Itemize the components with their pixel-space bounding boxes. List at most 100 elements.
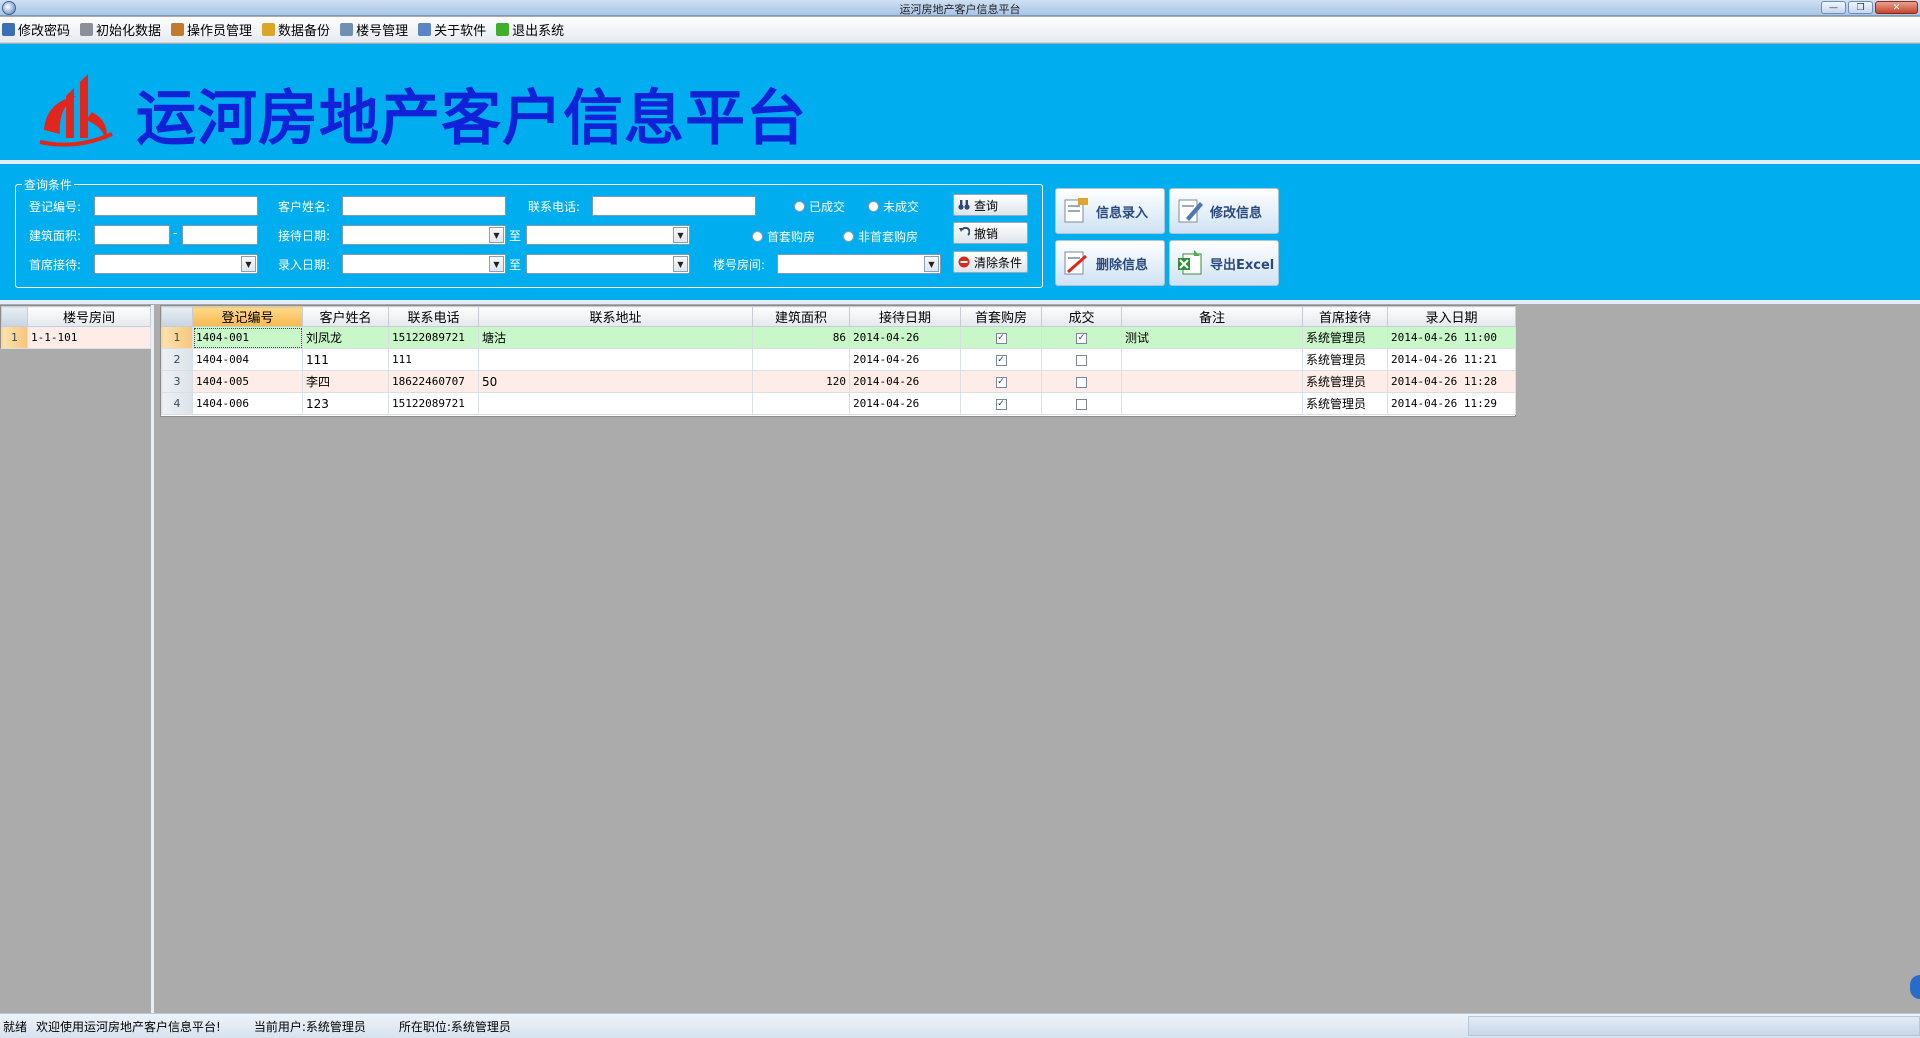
cell-address[interactable]: 塘沽 (478, 326, 753, 349)
cell-area[interactable]: 86 (752, 326, 850, 349)
column-header[interactable]: 建筑面积 (752, 306, 850, 327)
reg-no-input[interactable] (94, 196, 258, 216)
row-index[interactable]: 1 (161, 326, 193, 349)
row-index[interactable]: 4 (161, 392, 193, 415)
cell-note[interactable]: 测试 (1121, 326, 1303, 349)
column-header-building-room[interactable]: 楼号房间 (27, 306, 151, 327)
cell-deal[interactable] (1041, 348, 1122, 371)
cell-customer-name[interactable]: 111 (302, 348, 389, 371)
cell-reception-date[interactable]: 2014-04-26 (849, 370, 961, 393)
cell-reception-date[interactable]: 2014-04-26 (849, 326, 961, 349)
radio-no-deal[interactable]: 未成交 (868, 198, 919, 215)
search-button[interactable]: 查询 (953, 194, 1028, 216)
cell-deal[interactable]: ✓ (1041, 326, 1122, 349)
dropdown-arrow-icon[interactable]: ▼ (489, 227, 504, 243)
cell-deal[interactable] (1041, 392, 1122, 415)
phone-input[interactable] (592, 196, 756, 216)
area-min-input[interactable] (94, 225, 170, 245)
column-header[interactable]: 成交 (1041, 306, 1122, 327)
cell-address[interactable] (478, 348, 753, 371)
cell-deal[interactable] (1041, 370, 1122, 393)
checkbox[interactable] (1076, 354, 1087, 366)
cell-phone[interactable]: 15122089721 (388, 392, 479, 415)
column-header[interactable]: 接待日期 (849, 306, 961, 327)
menu-item-4[interactable]: 楼号管理 (340, 20, 408, 39)
row-index[interactable]: 2 (161, 348, 193, 371)
entry-date-to-picker[interactable]: ▼ (526, 254, 690, 274)
column-header[interactable]: 登记编号 (192, 306, 303, 327)
menu-item-5[interactable]: 关于软件 (418, 20, 486, 39)
entry-date-from-picker[interactable]: ▼ (342, 254, 506, 274)
cell-room[interactable]: 1-1-101 (27, 326, 151, 349)
reception-date-from-picker[interactable]: ▼ (342, 225, 506, 245)
row-index[interactable]: 3 (161, 370, 193, 393)
checkbox[interactable] (1076, 376, 1087, 388)
cell-address[interactable] (478, 392, 753, 415)
reception-date-to-picker[interactable]: ▼ (526, 225, 690, 245)
table-row[interactable]: 2 1404-004 111 111 2014-04-26 ✓ 系统管理员 2014-04-2… (161, 348, 1516, 371)
customer-name-input[interactable] (342, 196, 506, 216)
radio-first-home[interactable]: 首套购房 (752, 228, 815, 245)
cell-reg-no[interactable]: 1404-001 (192, 326, 303, 349)
cell-customer-name[interactable]: 李四 (302, 370, 389, 393)
table-row[interactable]: 1 1-1-101 (1, 326, 151, 349)
cell-phone[interactable]: 15122089721 (388, 326, 479, 349)
cell-chief-reception[interactable]: 系统管理员 (1302, 370, 1388, 393)
column-header[interactable]: 备注 (1121, 306, 1303, 327)
cell-entry-date[interactable]: 2014-04-26 11:00 (1387, 326, 1516, 349)
chief-reception-select[interactable]: ▼ (94, 254, 258, 274)
cell-phone[interactable]: 111 (388, 348, 479, 371)
cell-area[interactable]: 120 (752, 370, 850, 393)
menu-item-1[interactable]: 初始化数据 (80, 20, 161, 39)
dropdown-arrow-icon[interactable]: ▼ (924, 256, 939, 272)
checkbox[interactable] (1076, 398, 1087, 410)
cell-reg-no[interactable]: 1404-005 (192, 370, 303, 393)
menu-item-2[interactable]: 操作员管理 (171, 20, 252, 39)
cell-entry-date[interactable]: 2014-04-26 11:29 (1387, 392, 1516, 415)
cell-chief-reception[interactable]: 系统管理员 (1302, 348, 1388, 371)
close-icon[interactable]: ✕ (1875, 1, 1918, 14)
table-row[interactable]: 3 1404-005 李四 18622460707 50 120 2014-04-26 ✓ 系统… (161, 370, 1516, 393)
checkbox[interactable]: ✓ (995, 376, 1007, 388)
grid-corner-cell[interactable] (1, 306, 28, 327)
cell-first-home[interactable]: ✓ (960, 326, 1042, 349)
cell-first-home[interactable]: ✓ (960, 370, 1042, 393)
building-room-select[interactable]: ▼ (777, 254, 941, 274)
column-header[interactable]: 联系电话 (388, 306, 479, 327)
menu-item-6[interactable]: 退出系统 (496, 20, 564, 39)
minimize-icon[interactable]: — (1821, 1, 1846, 14)
cell-reg-no[interactable]: 1404-004 (192, 348, 303, 371)
cell-customer-name[interactable]: 刘凤龙 (302, 326, 389, 349)
radio-deal[interactable]: 已成交 (794, 198, 845, 215)
checkbox[interactable]: ✓ (995, 354, 1007, 366)
cell-note[interactable] (1121, 392, 1303, 415)
checkbox[interactable]: ✓ (995, 332, 1007, 344)
cell-reception-date[interactable]: 2014-04-26 (849, 392, 961, 415)
export-excel-button[interactable]: 导出Excel (1169, 240, 1279, 286)
cell-address[interactable]: 50 (478, 370, 753, 393)
menu-item-3[interactable]: 数据备份 (262, 20, 330, 39)
checkbox[interactable]: ✓ (1076, 332, 1087, 344)
cell-area[interactable] (752, 392, 850, 415)
side-scroll-handle[interactable] (1910, 975, 1920, 999)
dropdown-arrow-icon[interactable]: ▼ (673, 256, 688, 272)
cell-chief-reception[interactable]: 系统管理员 (1302, 392, 1388, 415)
column-header[interactable]: 客户姓名 (302, 306, 389, 327)
cell-note[interactable] (1121, 370, 1303, 393)
cell-reg-no[interactable]: 1404-006 (192, 392, 303, 415)
dropdown-arrow-icon[interactable]: ▼ (241, 256, 256, 272)
checkbox[interactable]: ✓ (995, 398, 1007, 410)
cell-first-home[interactable]: ✓ (960, 392, 1042, 415)
row-index[interactable]: 1 (1, 326, 28, 349)
cell-phone[interactable]: 18622460707 (388, 370, 479, 393)
menu-item-0[interactable]: 修改密码 (2, 20, 70, 39)
dropdown-arrow-icon[interactable]: ▼ (489, 256, 504, 272)
edit-info-button[interactable]: 修改信息 (1169, 188, 1279, 234)
cell-chief-reception[interactable]: 系统管理员 (1302, 326, 1388, 349)
dropdown-arrow-icon[interactable]: ▼ (673, 227, 688, 243)
restore-icon[interactable]: ❒ (1848, 1, 1873, 14)
column-header[interactable]: 联系地址 (478, 306, 753, 327)
column-header[interactable]: 首席接待 (1302, 306, 1388, 327)
add-info-button[interactable]: 信息录入 (1055, 188, 1165, 234)
column-header[interactable]: 首套购房 (960, 306, 1042, 327)
